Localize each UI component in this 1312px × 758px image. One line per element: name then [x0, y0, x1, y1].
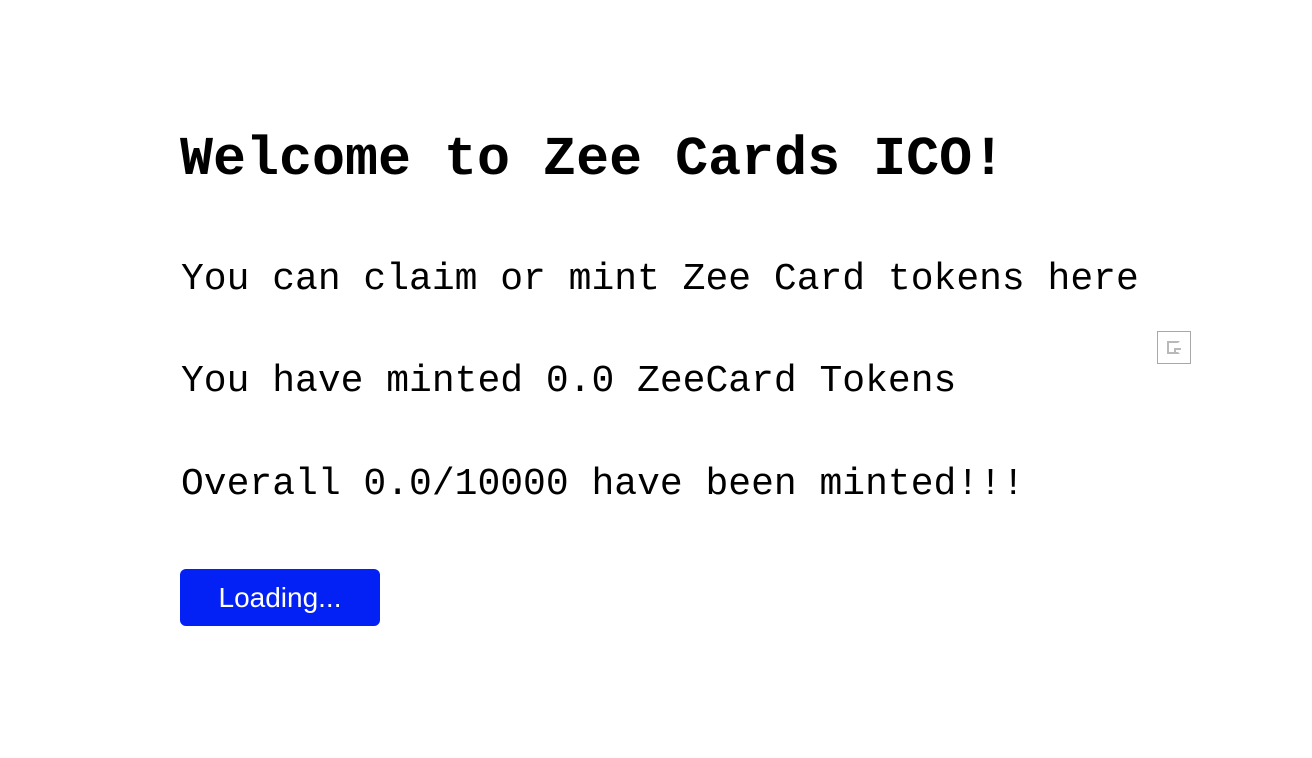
overall-minted-text: Overall 0.0/10000 have been minted!!! [181, 463, 1025, 506]
intro-text: You can claim or mint Zee Card tokens he… [181, 258, 1139, 301]
broken-image-icon [1157, 331, 1191, 364]
page-title: Welcome to Zee Cards ICO! [180, 128, 1006, 191]
mint-button[interactable]: Loading... [180, 569, 380, 626]
broken-image-glyph [1167, 341, 1181, 354]
user-minted-text: You have minted 0.0 ZeeCard Tokens [181, 360, 957, 403]
page: Welcome to Zee Cards ICO! You can claim … [0, 0, 1312, 758]
